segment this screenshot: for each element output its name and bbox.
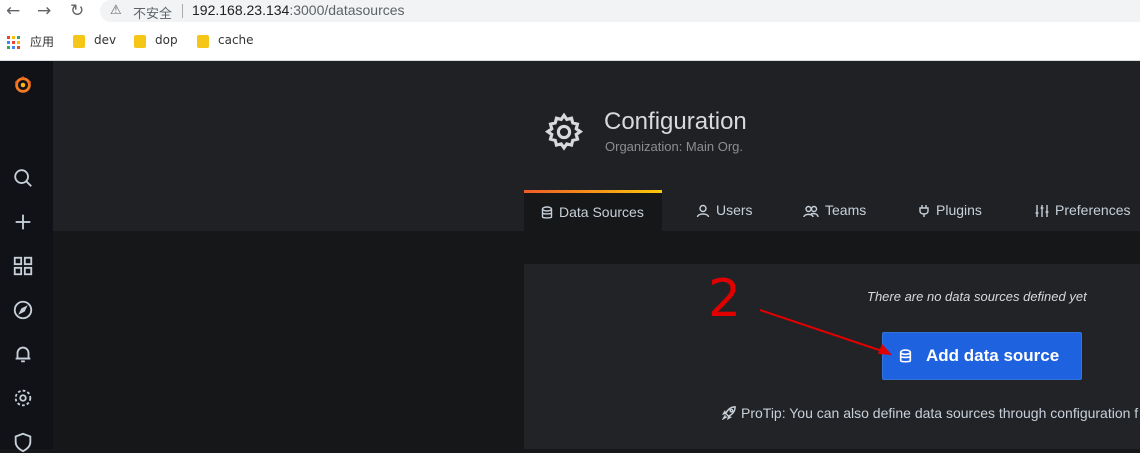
annotation-arrow	[759, 309, 892, 355]
